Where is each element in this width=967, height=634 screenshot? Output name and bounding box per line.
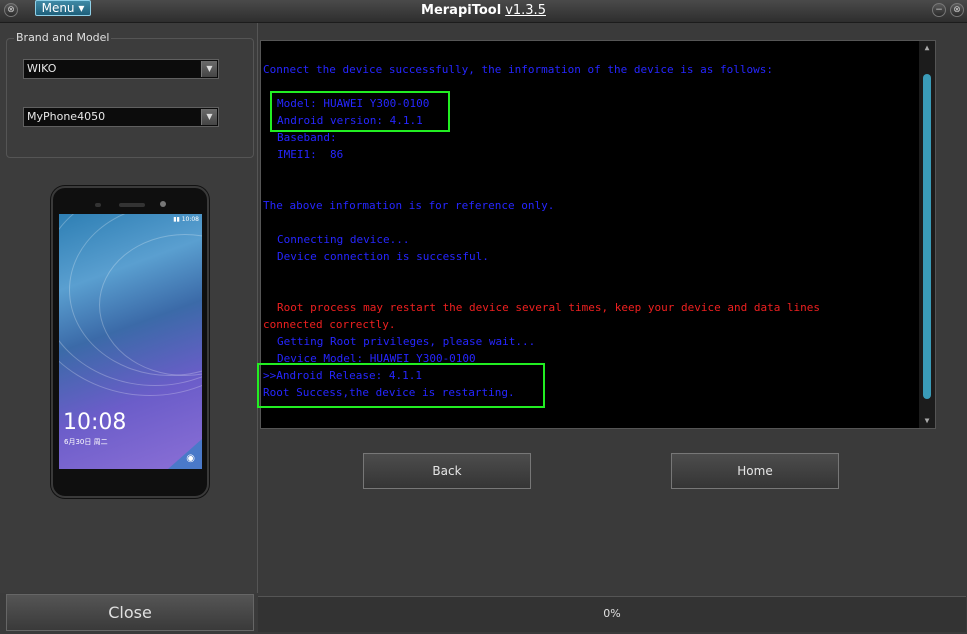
log-line: Root process may restart the device seve… — [277, 301, 821, 314]
log-console[interactable]: Connect the device successfully, the inf… — [257, 40, 936, 429]
model-select-value: MyPhone4050 — [27, 110, 106, 123]
brand-model-group — [6, 38, 254, 158]
phone-status-bar: ▮▮ 10:08 — [173, 216, 199, 223]
phone-camera-shortcut — [168, 439, 202, 469]
brand-select-value: WIKO — [27, 62, 57, 75]
scroll-thumb[interactable] — [923, 74, 931, 399]
phone-date: 6月30日 周二 — [64, 438, 108, 446]
log-line: Baseband: — [277, 131, 337, 144]
app-title: MerapiTool v1.3.5 — [0, 3, 967, 18]
app-name: MerapiTool — [421, 3, 502, 18]
app-version-link[interactable]: v1.3.5 — [505, 3, 546, 18]
console-scrollbar[interactable]: ▲ ▼ — [919, 41, 935, 428]
camera-icon: ◉ — [186, 453, 195, 464]
phone-front-camera — [160, 201, 166, 207]
phone-speaker — [119, 203, 145, 207]
phone-screen: ▮▮ 10:08 10:08 6月30日 周二 ◉ — [59, 214, 202, 469]
highlight-box-root-success — [257, 363, 545, 408]
model-select[interactable]: MyPhone4050 ▼ — [23, 107, 219, 127]
back-button[interactable]: Back — [363, 453, 531, 489]
close-button[interactable]: Close — [6, 594, 254, 631]
brand-select[interactable]: WIKO ▼ — [23, 59, 219, 79]
phone-sensor — [95, 203, 101, 207]
minimize-icon[interactable]: − — [932, 3, 946, 17]
progress-bar: 0% — [258, 596, 966, 632]
close-window-icon[interactable]: ⊗ — [950, 3, 964, 17]
log-line: IMEI1: 86 — [277, 148, 344, 161]
home-button[interactable]: Home — [671, 453, 839, 489]
chevron-down-icon[interactable]: ▼ — [201, 109, 217, 125]
scroll-down-icon[interactable]: ▼ — [919, 414, 935, 428]
brand-model-label: Brand and Model — [14, 31, 112, 44]
progress-label: 0% — [603, 607, 621, 620]
log-line: The above information is for reference o… — [263, 199, 555, 212]
highlight-box-device-info — [270, 91, 450, 132]
log-line: Device connection is successful. — [277, 250, 489, 263]
phone-preview-image: ▮▮ 10:08 10:08 6月30日 周二 ◉ — [51, 186, 209, 498]
log-line: Connect the device successfully, the inf… — [263, 63, 773, 76]
log-line: Connecting device... — [277, 233, 410, 246]
phone-clock: 10:08 — [63, 410, 127, 435]
log-line: Getting Root privileges, please wait... — [277, 335, 536, 348]
chevron-down-icon[interactable]: ▼ — [201, 61, 217, 77]
title-bar: ⊗ Menu ▾ MerapiTool v1.3.5 − ⊗ — [0, 0, 967, 23]
log-line: connected correctly. — [263, 318, 396, 331]
scroll-up-icon[interactable]: ▲ — [919, 41, 935, 55]
